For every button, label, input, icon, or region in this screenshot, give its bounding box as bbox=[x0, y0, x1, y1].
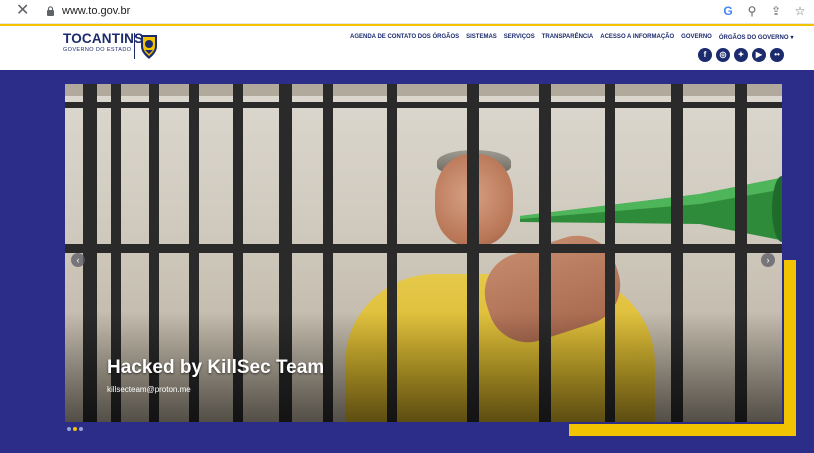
instagram-icon[interactable]: ◎ bbox=[716, 48, 730, 62]
nav-transparencia[interactable]: TRANSPARÊNCIA bbox=[542, 34, 594, 41]
chevron-left-icon[interactable]: ‹ bbox=[71, 253, 85, 267]
twitter-icon[interactable]: ✦ bbox=[734, 48, 748, 62]
nav-sistemas[interactable]: SISTEMAS bbox=[466, 34, 497, 41]
main-nav: AGENDA DE CONTATO DOS ÓRGÃOS SISTEMAS SE… bbox=[350, 34, 794, 41]
logo-divider bbox=[134, 33, 135, 59]
nav-servicos[interactable]: SERVIÇOS bbox=[504, 34, 535, 41]
site-header: TOCANTINS GOVERNO DO ESTADO AGENDA DE CO… bbox=[0, 24, 814, 70]
carousel-dots bbox=[67, 427, 83, 431]
nav-governo[interactable]: GOVERNO bbox=[681, 34, 712, 41]
nav-orgaos-label: ÓRGÃOS DO GOVERNO bbox=[718, 35, 789, 41]
youtube-icon[interactable]: ▶ bbox=[752, 48, 766, 62]
carousel-dot[interactable] bbox=[79, 427, 83, 431]
carousel-dot-active[interactable] bbox=[73, 427, 77, 431]
carousel-dot[interactable] bbox=[67, 427, 71, 431]
zoom-icon[interactable]: ⚲ bbox=[746, 4, 758, 18]
google-icon[interactable]: G bbox=[722, 4, 734, 18]
hero-headline: Hacked by KillSec Team bbox=[107, 357, 325, 378]
logo-subtitle: GOVERNO DO ESTADO bbox=[63, 47, 132, 53]
nav-orgaos[interactable]: ÓRGÃOS DO GOVERNO ▾ bbox=[719, 34, 794, 41]
bookmark-star-icon[interactable]: ☆ bbox=[794, 4, 806, 18]
chevron-down-icon: ▾ bbox=[790, 35, 794, 41]
social-links: f ◎ ✦ ▶ •• bbox=[698, 48, 784, 62]
browser-toolbar: ✕ www.to.gov.br G ⚲ ⇪ ☆ bbox=[0, 0, 814, 24]
close-icon[interactable]: ✕ bbox=[16, 3, 30, 19]
lock-icon[interactable] bbox=[46, 6, 55, 16]
flickr-icon[interactable]: •• bbox=[770, 48, 784, 62]
facebook-icon[interactable]: f bbox=[698, 48, 712, 62]
nav-acesso-informacao[interactable]: ACESSO A INFORMAÇÃO bbox=[600, 34, 674, 41]
nav-agenda[interactable]: AGENDA DE CONTATO DOS ÓRGÃOS bbox=[350, 34, 459, 41]
address-bar-url[interactable]: www.to.gov.br bbox=[62, 5, 130, 17]
hero-email: killsecteam@proton.me bbox=[107, 385, 191, 394]
logo-name: TOCANTINS bbox=[63, 31, 144, 46]
state-crest-icon bbox=[141, 35, 157, 59]
hero-banner: Hacked by KillSec Team killsecteam@proto… bbox=[0, 70, 814, 453]
site-logo[interactable]: TOCANTINS GOVERNO DO ESTADO bbox=[63, 31, 157, 59]
share-icon[interactable]: ⇪ bbox=[770, 4, 782, 18]
chevron-right-icon[interactable]: › bbox=[761, 253, 775, 267]
